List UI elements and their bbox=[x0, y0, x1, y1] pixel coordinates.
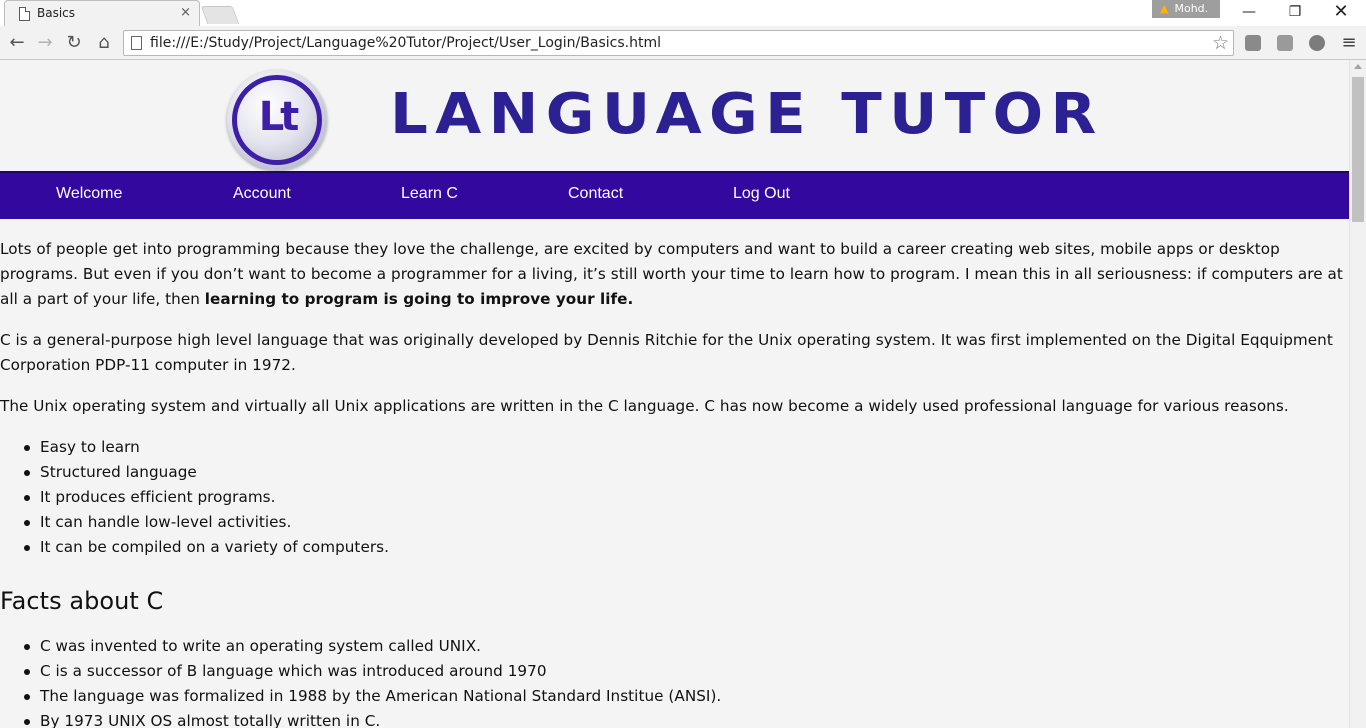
list-item: C is a successor of B language which was… bbox=[24, 659, 1349, 684]
new-tab-button[interactable] bbox=[200, 6, 240, 24]
facts-heading: Facts about C bbox=[0, 587, 164, 615]
list-item: Easy to learn bbox=[24, 435, 1349, 460]
browser-titlebar: Basics × ▲ Mohd. — ❐ ✕ bbox=[0, 0, 1366, 26]
intro-text: Lots of people get into programming beca… bbox=[0, 240, 1343, 308]
back-arrow-icon[interactable]: ← bbox=[5, 31, 29, 55]
nav-item-contact[interactable]: Contact bbox=[568, 185, 623, 203]
intro-paragraph: Lots of people get into programming beca… bbox=[0, 237, 1349, 312]
minimize-button[interactable]: — bbox=[1226, 0, 1272, 24]
site-title: LANGUAGE TUTOR bbox=[390, 82, 1104, 147]
profile-badge[interactable]: ▲ Mohd. bbox=[1152, 0, 1220, 18]
profile-name: Mohd. bbox=[1174, 2, 1209, 15]
nav-item-welcome[interactable]: Welcome bbox=[56, 185, 122, 203]
list-item: C was invented to write an operating sys… bbox=[24, 634, 1349, 659]
scroll-up-arrow-icon[interactable] bbox=[1354, 64, 1362, 69]
list-item: Structured language bbox=[24, 460, 1349, 485]
nav-item-account[interactable]: Account bbox=[233, 185, 291, 203]
history-paragraph: C is a general-purpose high level langua… bbox=[0, 331, 1333, 374]
star-icon[interactable]: ☆ bbox=[1212, 32, 1229, 54]
document-icon bbox=[19, 7, 30, 21]
browser-tab[interactable]: Basics × bbox=[4, 0, 200, 26]
scroll-thumb[interactable] bbox=[1352, 77, 1364, 222]
home-icon[interactable]: ⌂ bbox=[92, 31, 116, 55]
nav-item-log-out[interactable]: Log Out bbox=[733, 185, 790, 203]
intro-bold-text: learning to program is going to improve … bbox=[204, 290, 634, 308]
list-item: The language was formalized in 1988 by t… bbox=[24, 684, 1349, 709]
forward-arrow-icon[interactable]: → bbox=[33, 31, 57, 55]
list-item: It can handle low-level activities. bbox=[24, 510, 1349, 535]
address-bar[interactable]: file:///E:/Study/Project/Language%20Tuto… bbox=[123, 30, 1234, 56]
browser-toolbar: ← → ↻ ⌂ file:///E:/Study/Project/Languag… bbox=[0, 26, 1366, 60]
restore-button[interactable]: ❐ bbox=[1272, 0, 1318, 24]
site-logo[interactable]: Lt bbox=[227, 70, 327, 170]
tab-title: Basics bbox=[37, 6, 76, 20]
hamburger-menu-icon[interactable]: ≡ bbox=[1337, 31, 1361, 55]
reload-icon[interactable]: ↻ bbox=[62, 31, 86, 55]
reasons-list: Easy to learn Structured language It pro… bbox=[0, 435, 1349, 560]
logo-text: Lt bbox=[258, 94, 300, 140]
vertical-scrollbar[interactable] bbox=[1349, 60, 1366, 728]
list-item: By 1973 UNIX OS almost totally written i… bbox=[24, 709, 1349, 728]
page-icon bbox=[131, 36, 142, 50]
list-item: It produces efficient programs. bbox=[24, 485, 1349, 510]
main-content: Lots of people get into programming beca… bbox=[0, 237, 1349, 728]
tab-close-icon[interactable]: × bbox=[180, 5, 191, 21]
warning-icon: ▲ bbox=[1160, 2, 1169, 15]
facts-list: C was invented to write an operating sys… bbox=[0, 634, 1349, 728]
page-viewport: Lt LANGUAGE TUTOR Welcome Account Learn … bbox=[0, 60, 1349, 728]
main-nav: Welcome Account Learn C Contact Log Out bbox=[0, 171, 1349, 219]
extension-icon[interactable] bbox=[1309, 35, 1325, 51]
url-text[interactable]: file:///E:/Study/Project/Language%20Tuto… bbox=[150, 35, 661, 51]
site-header: Lt LANGUAGE TUTOR bbox=[0, 60, 1349, 171]
list-item: It can be compiled on a variety of compu… bbox=[24, 535, 1349, 560]
extension-icon[interactable] bbox=[1277, 35, 1293, 51]
extension-icon[interactable] bbox=[1245, 35, 1261, 51]
nav-item-learn-c[interactable]: Learn C bbox=[401, 185, 458, 203]
close-window-button[interactable]: ✕ bbox=[1318, 0, 1364, 24]
unix-paragraph: The Unix operating system and virtually … bbox=[0, 397, 1289, 415]
